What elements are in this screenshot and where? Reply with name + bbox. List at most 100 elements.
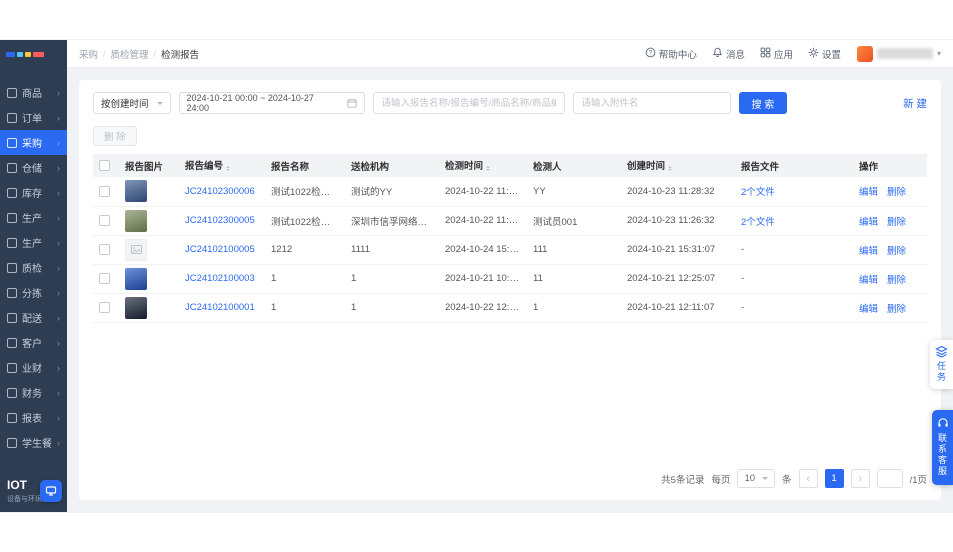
report-no-link[interactable]: JC24102300005 <box>185 215 255 226</box>
edit-link[interactable]: 编辑 <box>859 275 878 286</box>
select-all-checkbox[interactable] <box>99 159 110 171</box>
report-image-thumbnail[interactable] <box>125 180 147 203</box>
breadcrumb-item[interactable]: 质检管理 <box>111 47 149 61</box>
current-page-button[interactable]: 1 <box>824 469 844 488</box>
report-no-link[interactable]: JC24102100001 <box>185 302 255 313</box>
report-no-link[interactable]: JC24102100003 <box>185 273 255 284</box>
main-area: 采购 / 质检管理 / 检测报告 ? 帮助中心 消息 应用 设置 ▾ 按创建时间 <box>67 40 953 512</box>
sidebar-item-production[interactable]: 生产 › <box>0 205 67 230</box>
per-page-select[interactable]: 10 <box>737 469 776 488</box>
sidebar-item-finance[interactable]: 财务 › <box>0 380 67 405</box>
column-header: 报告图片 <box>119 154 179 177</box>
column-header[interactable]: 报告编号 <box>179 154 265 177</box>
report-image-thumbnail[interactable] <box>125 238 147 261</box>
reports-icon <box>7 412 17 423</box>
row-checkbox[interactable] <box>99 185 110 197</box>
attachment-name-input[interactable] <box>572 92 731 114</box>
row-checkbox[interactable] <box>99 301 110 313</box>
next-page-button[interactable]: › <box>850 469 870 488</box>
topbar-action-label: 帮助中心 <box>658 49 697 61</box>
sidebar-item-orders[interactable]: 订单 › <box>0 105 67 130</box>
page-jump-input[interactable] <box>876 469 903 488</box>
sidebar-item-delivery[interactable]: 配送 › <box>0 305 67 330</box>
row-delete-link[interactable]: 删除 <box>887 246 906 257</box>
sidebar-item-student-meal[interactable]: 学生餐 › <box>0 430 67 455</box>
edit-link[interactable]: 编辑 <box>859 246 878 257</box>
report-files-link[interactable]: 2个文件 <box>741 187 775 198</box>
edit-link[interactable]: 编辑 <box>859 187 878 198</box>
purchase-icon <box>7 137 17 148</box>
topbar-action-settings[interactable]: 设置 <box>808 47 841 61</box>
date-range-picker[interactable]: 2024-10-21 00:00 ~ 2024-10-27 24:00 <box>178 92 365 114</box>
sidebar-item-goods[interactable]: 商品 › <box>0 80 67 105</box>
row-delete-link[interactable]: 删除 <box>887 275 906 286</box>
row-checkbox[interactable] <box>99 272 110 284</box>
column-header[interactable]: 创建时间 <box>621 154 735 177</box>
row-checkbox[interactable] <box>99 214 110 226</box>
topbar-action-help[interactable]: ? 帮助中心 <box>645 47 697 61</box>
time-type-select[interactable]: 按创建时间 <box>93 92 171 114</box>
chevron-right-icon: › <box>57 362 60 373</box>
edit-link[interactable]: 编辑 <box>859 217 878 228</box>
keyword-input[interactable] <box>372 92 565 114</box>
row-delete-link[interactable]: 删除 <box>887 187 906 198</box>
breadcrumb-item[interactable]: 采购 <box>79 47 98 61</box>
sidebar-item-warehouse[interactable]: 仓储 › <box>0 155 67 180</box>
sidebar-item-sorting[interactable]: 分拣 › <box>0 280 67 305</box>
bulk-delete-button[interactable]: 删 除 <box>93 126 137 146</box>
sidebar-item-production-2[interactable]: 生产 › <box>0 230 67 255</box>
contact-support-button[interactable]: 联系客服 <box>932 410 953 485</box>
sidebar-item-customers[interactable]: 客户 › <box>0 330 67 355</box>
topbar-action-apps[interactable]: 应用 <box>760 47 793 61</box>
page: 商品 › 订单 › 采购 › 仓储 › 库存 › 生产 › 生产 › 质检 › 分拣 › 配送 › 客户 › 业财 › 财务 › 报… <box>0 0 953 552</box>
column-header: 报告文件 <box>735 154 853 177</box>
user-menu[interactable]: ▾ <box>856 45 941 62</box>
breadcrumb-separator: / <box>153 48 157 59</box>
row-checkbox[interactable] <box>99 243 110 255</box>
report-no-link[interactable]: JC24102100005 <box>185 244 255 255</box>
goods-icon <box>7 87 17 98</box>
agency-cell: 测试的YY <box>345 177 439 207</box>
orders-icon <box>7 112 17 123</box>
agency-cell: 深圳市信孚网络科技 <box>345 206 439 236</box>
sidebar-item-label: 客户 <box>22 339 42 350</box>
topbar-action-label: 消息 <box>725 49 745 61</box>
bulk-toolbar: 删 除 <box>93 126 927 146</box>
breadcrumb: 采购 / 质检管理 / 检测报告 <box>79 47 199 61</box>
headset-icon <box>937 418 948 427</box>
per-page-label: 每页 <box>711 474 731 486</box>
sidebar-item-reports[interactable]: 报表 › <box>0 405 67 430</box>
column-header[interactable]: 检测时间 <box>439 154 527 177</box>
report-name-cell: 测试1022检测报告 <box>265 206 345 236</box>
created-time-cell: 2024-10-21 15:31:07 <box>621 235 735 265</box>
row-delete-link[interactable]: 删除 <box>887 304 906 315</box>
tester-cell: 测试员001 <box>527 206 621 236</box>
task-panel-button[interactable]: 任务 <box>930 340 953 389</box>
quality-icon <box>7 262 17 273</box>
search-button[interactable]: 搜 索 <box>738 92 788 114</box>
report-files-link[interactable]: 2个文件 <box>741 217 775 228</box>
report-image-thumbnail[interactable] <box>125 296 147 319</box>
row-delete-link[interactable]: 删除 <box>887 217 906 228</box>
test-time-cell: 2024-10-22 12:10:00 <box>439 293 527 323</box>
chevron-right-icon: › <box>57 287 60 298</box>
sidebar-item-quality[interactable]: 质检 › <box>0 255 67 280</box>
report-image-thumbnail[interactable] <box>125 267 147 290</box>
sidebar-item-inventory[interactable]: 库存 › <box>0 180 67 205</box>
report-files-empty: - <box>741 244 745 255</box>
report-no-link[interactable]: JC24102300006 <box>185 186 255 197</box>
topbar-action-bell[interactable]: 消息 <box>712 47 745 61</box>
edit-link[interactable]: 编辑 <box>859 304 878 315</box>
sidebar-item-purchase[interactable]: 采购 › <box>0 130 67 155</box>
table-header-row: 报告图片 报告编号 报告名称 送检机构 检测时间 检测人 创建时间 报告文件 操作 <box>93 154 927 177</box>
iot-app-icon[interactable] <box>40 480 62 502</box>
table-row: JC24102300005 测试1022检测报告 深圳市信孚网络科技 2024-10-… <box>93 206 927 236</box>
create-new-button[interactable]: 新 建 <box>903 96 927 111</box>
report-image-thumbnail[interactable] <box>125 209 147 232</box>
layers-icon <box>935 345 948 358</box>
report-table: 报告图片 报告编号 报告名称 送检机构 检测时间 检测人 创建时间 报告文件 操作 JC2410… <box>93 154 927 323</box>
prev-page-button[interactable]: ‹ <box>798 469 818 488</box>
sidebar-item-business-finance[interactable]: 业财 › <box>0 355 67 380</box>
app-window: 商品 › 订单 › 采购 › 仓储 › 库存 › 生产 › 生产 › 质检 › 分拣 › 配送 › 客户 › 业财 › 财务 › 报… <box>0 40 953 512</box>
pagination: 共5条记录 每页 10 条 ‹ 1 › /1页 <box>93 459 927 488</box>
